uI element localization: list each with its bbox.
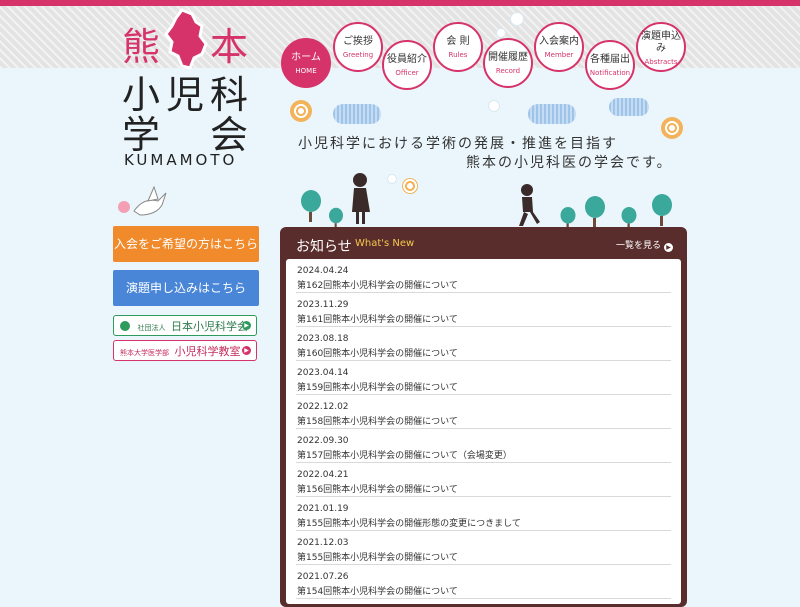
- tree-decoration: [652, 194, 672, 226]
- news-list: 2024.04.24 第162回熊本小児科学会の開催について 2023.11.29…: [286, 259, 681, 604]
- tagline-line2: 熊本の小児科医の学会です。: [466, 155, 673, 171]
- bubble-decoration: [488, 100, 500, 112]
- arrow-circle-icon: ▶: [664, 243, 673, 252]
- kumamoto-univ-link[interactable]: 熊本大学医学部 小児科学教室 ▶: [113, 340, 257, 361]
- nav-abstracts[interactable]: 演題申込み Abstracts: [636, 22, 686, 72]
- nav-label: 役員紹介: [387, 54, 427, 65]
- arrow-circle-icon: ▶: [242, 346, 251, 355]
- news-item-title: 第157回熊本小児科学会の開催について（会場変更）: [297, 451, 512, 461]
- cloud-decoration: [333, 104, 381, 124]
- flower-decoration: [661, 117, 683, 139]
- arrow-circle-icon: ▶: [242, 321, 251, 330]
- news-item[interactable]: 2023.04.14 第159回熊本小児科学会の開催について: [296, 361, 671, 395]
- news-item-title: 第159回熊本小児科学会の開催について: [297, 383, 458, 393]
- nav-label: 開催履歴: [488, 52, 528, 63]
- news-item-title: 第161回熊本小児科学会の開催について: [297, 315, 458, 325]
- nav-rules[interactable]: 会 則 Rules: [433, 22, 483, 72]
- kuma-link-label: 小児科学教室: [174, 345, 241, 358]
- nav-label: 各種届出: [590, 54, 630, 65]
- flower-decoration: [402, 178, 418, 194]
- logo-kuma: 熊: [122, 25, 161, 69]
- nav-greeting[interactable]: ご挨拶 Greeting: [333, 22, 383, 72]
- news-date: 2024.04.24: [297, 266, 349, 276]
- nav-label-en: Rules: [448, 51, 468, 59]
- cloud-decoration: [609, 98, 649, 116]
- bubble-decoration: [510, 12, 524, 26]
- jps-logo-icon: [120, 321, 130, 331]
- view-all-link[interactable]: 一覧を見る ▶: [616, 238, 673, 252]
- news-date: 2022.04.21: [297, 470, 349, 480]
- news-item[interactable]: 2023.08.18 第160回熊本小児科学会の開催について: [296, 327, 671, 361]
- news-item[interactable]: 2022.09.30 第157回熊本小児科学会の開催について（会場変更）: [296, 429, 671, 463]
- bird-icon: [118, 185, 167, 216]
- nav-member[interactable]: 入会案内 Member: [534, 22, 584, 72]
- nav-label: 会 則: [446, 36, 470, 47]
- news-title-en: What's New: [355, 238, 415, 249]
- news-item[interactable]: 2022.12.02 第158回熊本小児科学会の開催について: [296, 395, 671, 429]
- news-item[interactable]: 2022.04.21 第156回熊本小児科学会の開催について: [296, 463, 671, 497]
- jps-link-label: 日本小児科学会: [171, 320, 248, 333]
- nav-label: ホーム: [291, 52, 321, 63]
- news-item-title: 第155回熊本小児科学会の開催形態の変更につきまして: [297, 519, 521, 529]
- news-item-title: 第158回熊本小児科学会の開催について: [297, 417, 458, 427]
- logo-english: KUMAMOTO: [124, 151, 238, 169]
- join-button[interactable]: 入会をご希望の方はこちら: [113, 226, 259, 262]
- news-item-title: 第154回熊本小児科学会の開催について: [297, 587, 458, 597]
- news-item-title: 第162回熊本小児科学会の開催について: [297, 281, 458, 291]
- tree-decoration: [301, 190, 321, 222]
- news-item-title: 第156回熊本小児科学会の開催について: [297, 485, 458, 495]
- nav-home[interactable]: ホーム HOME: [281, 38, 331, 88]
- news-date: 2021.12.03: [297, 538, 349, 548]
- cloud-decoration: [528, 104, 576, 124]
- news-item-title: 第160回熊本小児科学会の開催について: [297, 349, 458, 359]
- nav-label-en: HOME: [295, 67, 317, 75]
- flower-decoration: [290, 100, 312, 122]
- nav-label-en: Greeting: [342, 51, 374, 59]
- join-button-label: 入会をご希望の方はこちら: [113, 237, 258, 251]
- abstract-button-label: 演題申し込みはこちら: [125, 281, 246, 295]
- jps-link[interactable]: 社団法人 日本小児科学会 ▶: [113, 315, 257, 336]
- nav-label-en: Member: [544, 51, 574, 59]
- site-logo[interactable]: 熊 本 小児科 学 会 KUMAMOTO: [110, 8, 270, 173]
- tree-decoration: [585, 196, 605, 228]
- nav-label-en: Record: [495, 67, 521, 75]
- news-title: お知らせ: [296, 239, 352, 255]
- nav-label: 入会案内: [539, 36, 579, 47]
- nav-record[interactable]: 開催履歴 Record: [483, 38, 533, 88]
- news-item[interactable]: 2021.12.03 第155回熊本小児科学会の開催について: [296, 531, 671, 565]
- view-all-label: 一覧を見る: [615, 241, 661, 251]
- nav-label-en: Abstracts: [644, 58, 678, 66]
- news-date: 2022.09.30: [297, 436, 349, 446]
- kuma-link-small: 熊本大学医学部: [120, 349, 169, 357]
- jps-link-small: 社団法人: [137, 324, 166, 332]
- news-date: 2021.01.19: [297, 504, 349, 514]
- abstract-submission-button[interactable]: 演題申し込みはこちら: [113, 270, 259, 306]
- logo-line1: 小児科: [122, 73, 255, 117]
- bubble-decoration: [387, 174, 397, 184]
- logo-moto: 本: [210, 25, 249, 69]
- nav-label: 演題申込み: [641, 31, 681, 54]
- news-date: 2023.11.29: [297, 300, 349, 310]
- nav-label-en: Officer: [395, 69, 419, 77]
- news-panel: お知らせ What's New 一覧を見る ▶ 2024.04.24 第162回熊本…: [280, 227, 687, 607]
- nav-label: ご挨拶: [343, 36, 373, 47]
- nav-label-en: Notification: [589, 69, 631, 77]
- nav-officer[interactable]: 役員紹介 Officer: [382, 40, 432, 90]
- tagline-line1: 小児科学における学術の発展・推進を目指す: [298, 136, 618, 152]
- news-date: 2023.08.18: [297, 334, 349, 344]
- news-item-title: 第155回熊本小児科学会の開催について: [297, 553, 458, 563]
- news-item[interactable]: 2023.11.29 第161回熊本小児科学会の開催について: [296, 293, 671, 327]
- child-silhouette-icon: [352, 173, 370, 224]
- logo-line2: 学 会: [122, 113, 255, 157]
- kumamoto-map-icon: [164, 8, 208, 70]
- news-date: 2021.07.26: [297, 572, 349, 582]
- news-item[interactable]: 2024.04.24 第162回熊本小児科学会の開催について: [296, 259, 671, 293]
- nav-notification[interactable]: 各種届出 Notification: [585, 40, 635, 90]
- child-running-icon: [519, 184, 540, 226]
- news-item[interactable]: 2021.07.26 第154回熊本小児科学会の開催について: [296, 565, 671, 599]
- news-date: 2022.12.02: [297, 402, 349, 412]
- news-date: 2023.04.14: [297, 368, 349, 378]
- bubble-decoration: [496, 28, 506, 38]
- news-item[interactable]: 2021.01.19 第155回熊本小児科学会の開催形態の変更につきまして: [296, 497, 671, 531]
